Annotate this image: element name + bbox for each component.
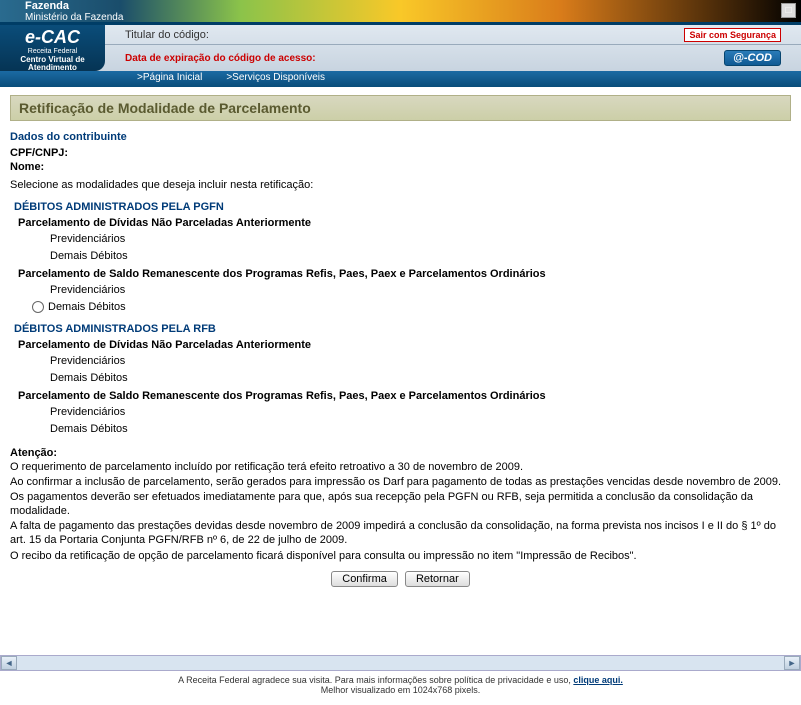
opt-pgfn-2-dem[interactable]: Demais Débitos — [50, 299, 791, 316]
opt-pgfn-2-prev[interactable]: Previdenciários — [50, 282, 791, 299]
pgfn-sub1: Parcelamento de Dívidas Não Parceladas A… — [18, 217, 791, 229]
footer-link[interactable]: clique aqui. — [573, 675, 623, 685]
attention-p2: Ao confirmar a inclusão de parcelamento,… — [10, 475, 791, 518]
opt-rfb-2-dem[interactable]: Demais Débitos — [50, 421, 791, 438]
cat-pgfn: DÉBITOS ADMINISTRADOS PELA PGFN — [14, 201, 791, 213]
retornar-button[interactable]: Retornar — [405, 571, 470, 587]
confirma-button[interactable]: Confirma — [331, 571, 398, 587]
opt-rfb-1-dem[interactable]: Demais Débitos — [50, 370, 791, 387]
ecod-badge: @-COD — [724, 50, 781, 66]
horizontal-scrollbar[interactable]: ◄ ► — [0, 655, 801, 671]
logout-button[interactable]: Sair com Segurança — [684, 28, 781, 42]
rfb-sub2: Parcelamento de Saldo Remanescente dos P… — [18, 390, 791, 402]
opt-pgfn-1-dem[interactable]: Demais Débitos — [50, 248, 791, 265]
nav-home[interactable]: >Página Inicial — [125, 71, 214, 87]
opt-rfb-2-prev[interactable]: Previdenciários — [50, 404, 791, 421]
scroll-left-icon[interactable]: ◄ — [1, 656, 17, 670]
contribuinte-heading: Dados do contribuinte — [10, 131, 791, 143]
attention-p3: A falta de pagamento das prestações devi… — [10, 519, 791, 548]
expiry-label: Data de expiração do código de acesso: — [125, 53, 316, 64]
ministry-subtitle: Ministério da Fazenda — [25, 12, 123, 23]
footer-resolution: Melhor visualizado em 1024x768 pixels. — [321, 685, 481, 695]
footer: A Receita Federal agradece sua visita. P… — [0, 671, 801, 705]
receita-label: Receita Federal — [4, 48, 101, 55]
attention-p1: O requerimento de parcelamento incluído … — [10, 460, 791, 474]
pgfn-sub2: Parcelamento de Saldo Remanescente dos P… — [18, 268, 791, 280]
instruction-text: Selecione as modalidades que deseja incl… — [10, 179, 791, 191]
attention-p4: O recibo da retificação de opção de parc… — [10, 549, 791, 563]
cat-rfb: DÉBITOS ADMINISTRADOS PELA RFB — [14, 323, 791, 335]
radio-icon[interactable] — [32, 301, 44, 313]
centro-label: Centro Virtual de Atendimento — [4, 56, 101, 72]
ministry-header: Fazenda Ministério da Fazenda □ — [0, 0, 801, 22]
nav-services[interactable]: >Serviços Disponíveis — [214, 71, 337, 87]
rfb-sub1: Parcelamento de Dívidas Não Parceladas A… — [18, 339, 791, 351]
opt-rfb-1-prev[interactable]: Previdenciários — [50, 353, 791, 370]
scroll-right-icon[interactable]: ► — [784, 656, 800, 670]
ecac-logo-text: e-CAC — [4, 27, 101, 48]
cpf-label: CPF/CNPJ: — [10, 147, 68, 159]
opt-pgfn-1-prev[interactable]: Previdenciários — [50, 231, 791, 248]
footer-text: A Receita Federal agradece sua visita. P… — [178, 675, 573, 685]
maximize-icon[interactable]: □ — [781, 3, 796, 18]
nome-label: Nome: — [10, 161, 44, 173]
ecac-logo: e-CAC Receita Federal Centro Virtual de … — [0, 25, 105, 71]
attention-label: Atenção: — [10, 447, 791, 459]
page-title: Retificação de Modalidade de Parcelament… — [10, 95, 791, 121]
titular-label: Titular do código: — [125, 29, 209, 41]
nav-bar: >Página Inicial >Serviços Disponíveis — [0, 71, 801, 87]
ministry-title: Fazenda — [25, 0, 69, 12]
app-header: e-CAC Receita Federal Centro Virtual de … — [0, 25, 801, 71]
